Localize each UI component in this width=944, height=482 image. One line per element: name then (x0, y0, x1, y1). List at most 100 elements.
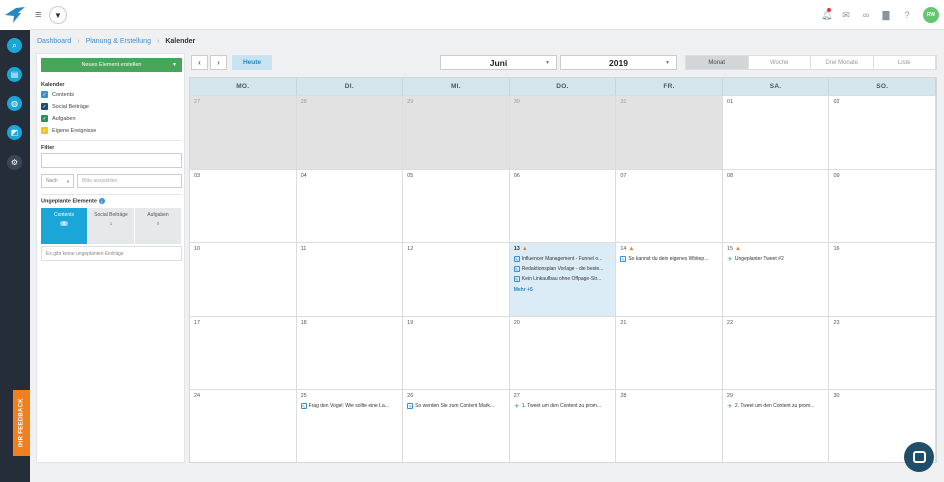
year-select[interactable]: 2019 ▼ (560, 55, 677, 70)
hamburger-menu-icon[interactable]: ≡ (35, 9, 44, 21)
day-number: 07 (620, 173, 718, 179)
calendar-day-cell[interactable]: 13 ▲ ✎ Influencer Management - Funnel o... ✎… (509, 243, 617, 316)
new-element-button[interactable]: Neues Element erstellen ▼ (41, 58, 182, 72)
calendar-day-cell[interactable]: 26 ✎ So werden Sie zum Content Mark... (403, 390, 510, 463)
calendar-day-cell[interactable]: 23 (829, 316, 937, 390)
day-number-text: 30 (833, 393, 840, 400)
calendar-day-cell[interactable]: 30 (509, 96, 617, 169)
day-number-text: 20 (513, 319, 520, 326)
calendar-day-cell[interactable]: 17 (190, 316, 297, 390)
calendar-day-cell[interactable]: 07 (616, 169, 723, 243)
info-icon[interactable]: i (98, 198, 105, 204)
day-number-text: 28 (300, 99, 307, 105)
tab-unplanned-tasks[interactable]: Aufgaben 0 (135, 208, 182, 244)
chat-icon[interactable]: ▇ (881, 10, 891, 20)
calendar-event[interactable]: ✎ So werden Sie zum Content Mark... (407, 403, 505, 410)
calendar-day-cell[interactable]: 27 ✈ 1. Tweet um den Content zu prom... (510, 390, 617, 463)
checkbox-checked-icon[interactable]: ✓ (41, 103, 48, 110)
more-events-link[interactable]: Mehr +5 (514, 287, 612, 293)
calendar-day-cell[interactable]: 28 (616, 390, 723, 463)
calendar-event[interactable]: ✎ So kannst du dein eigenes Whitep... (620, 256, 718, 263)
calendar-event[interactable]: ✈ Ungeplanter Tweet #2 (727, 256, 825, 262)
calendar-event[interactable]: ✎ Kein Linkaufbau ohne Offpage-Str... (513, 276, 612, 283)
calendar-day-cell[interactable]: 31 (616, 96, 723, 169)
weekday-mi: MI. (403, 78, 510, 95)
calendar-day-cell[interactable]: 19 (403, 316, 510, 390)
calendar-day-cell[interactable]: 12 (403, 243, 510, 316)
prev-month-button[interactable]: ‹ (191, 55, 208, 70)
caret-down-icon[interactable]: ▼ (172, 62, 177, 68)
weekday-mo: MO. (190, 78, 297, 95)
calendar-toggle-social[interactable]: ✓ Social Beiträge (41, 103, 89, 110)
calendar-day-cell[interactable]: 15 ▲ ✈ Ungeplanter Tweet #2 (723, 243, 830, 316)
calendar-day-cell[interactable]: 24 (190, 390, 297, 463)
calendar-toggle-own-events[interactable]: ✓ Eigene Ereignisse (41, 127, 96, 134)
calendar-event[interactable]: ✎ Frag den Vogel: Wie sollte eine La... (300, 403, 399, 410)
calendar-event[interactable]: ✈ 2. Tweet um den Content zu prom... (727, 403, 825, 409)
view-week-button[interactable]: Woche (748, 56, 811, 69)
next-month-button[interactable]: › (210, 55, 227, 70)
globe-icon[interactable]: ◍ (7, 96, 22, 111)
new-element-label: Neues Element erstellen (81, 62, 142, 68)
weekday-so: SO. (829, 78, 937, 95)
view-list-button[interactable]: Liste (873, 56, 936, 69)
calendar-day-cell[interactable]: 25 ✎ Frag den Vogel: Wie sollte eine La... (297, 390, 404, 463)
calendar-event[interactable]: ✎ Redaktionsplan Vorlage - die beste... (513, 266, 612, 273)
feedback-tab[interactable]: IHR FEEDBACK (13, 390, 30, 456)
tab-unplanned-contents[interactable]: Contents 0 (41, 208, 88, 244)
checkbox-checked-icon[interactable]: ✓ (41, 115, 48, 122)
funnel-icon[interactable]: ▼ (49, 6, 67, 24)
calendar-day-cell[interactable]: 22 (723, 316, 830, 390)
breadcrumb-planning[interactable]: Planung & Erstellung (86, 38, 151, 45)
calendar-day-cell[interactable]: 28 (296, 96, 404, 169)
tab-label: Social Beiträge (94, 212, 128, 218)
calendar-toggle-tasks[interactable]: ✓ Aufgaben (41, 115, 76, 122)
calendar-day-cell[interactable]: 16 (829, 243, 937, 316)
nach-select[interactable]: Nach ▼ (41, 174, 74, 188)
gear-icon[interactable]: ⚙ (7, 155, 22, 170)
checkbox-checked-icon[interactable]: ✓ (41, 127, 48, 134)
breadcrumb-dashboard[interactable]: Dashboard (37, 38, 71, 45)
filter-value-select[interactable]: Bitte auswählen (77, 174, 182, 188)
mail-icon[interactable]: ✉ (841, 10, 851, 20)
chart-icon[interactable]: ◩ (7, 125, 22, 140)
calendar-day-cell[interactable]: 06 (510, 169, 617, 243)
calendar-day-cell[interactable]: 27 (190, 96, 297, 169)
chat-launcher-button[interactable] (904, 442, 934, 472)
month-select[interactable]: Juni ▼ (440, 55, 557, 70)
avatar[interactable]: RW (923, 7, 939, 23)
filter-input[interactable] (41, 153, 182, 168)
calendar-day-cell[interactable]: 03 (190, 169, 297, 243)
calendar-day-cell[interactable]: 29 (403, 96, 510, 169)
view-three-months-button[interactable]: Drei Monate (811, 56, 874, 69)
calendar-day-cell[interactable]: 04 (297, 169, 404, 243)
tab-count: 0 (156, 221, 160, 226)
calendar-day-cell[interactable]: 10 (190, 243, 297, 316)
calendar-day-cell[interactable]: 21 (616, 316, 723, 390)
calendar-day-cell[interactable]: 29 ✈ 2. Tweet um den Content zu prom... (723, 390, 830, 463)
calendar-toggle-contents[interactable]: ✓ Contents (41, 91, 74, 98)
calendar-day-cell[interactable]: 20 (510, 316, 617, 390)
calendar-day-cell[interactable]: 09 (829, 169, 937, 243)
calendar-day-cell[interactable]: 18 (297, 316, 404, 390)
calendar-icon[interactable]: ▤ (7, 67, 22, 82)
calendar-day-cell[interactable]: 02 (829, 96, 937, 169)
calendar-day-cell[interactable]: 01 (723, 96, 830, 169)
calendar-day-cell[interactable]: 08 (723, 169, 830, 243)
calendar-event[interactable]: ✎ Influencer Management - Funnel o... (513, 256, 612, 263)
bell-icon[interactable]: 🔔︎ (821, 10, 832, 20)
calendar-day-cell[interactable]: 14 ▲ ✎ So kannst du dein eigenes Whitep... (616, 243, 723, 316)
checkbox-checked-icon[interactable]: ✓ (41, 91, 48, 98)
calendar-day-cell[interactable]: 11 (297, 243, 404, 316)
help-icon[interactable]: ? (902, 10, 912, 20)
app-logo[interactable] (0, 0, 30, 30)
link-icon[interactable]: ∞ (861, 10, 871, 20)
caret-down-icon: ▼ (66, 178, 70, 184)
tab-unplanned-social[interactable]: Social Beiträge 1 (88, 208, 135, 244)
day-number-text: 25 (300, 393, 307, 400)
today-button[interactable]: Heute (232, 55, 272, 70)
search-icon[interactable]: ⌕ (7, 38, 22, 53)
view-month-button[interactable]: Monat (686, 56, 749, 69)
calendar-event[interactable]: ✈ 1. Tweet um den Content zu prom... (514, 403, 612, 409)
calendar-day-cell[interactable]: 05 (403, 169, 510, 243)
